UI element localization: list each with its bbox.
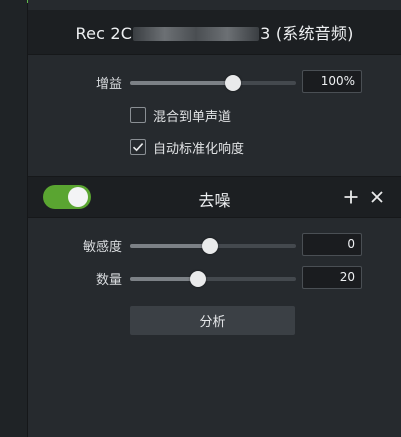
add-effect-button[interactable]	[341, 187, 361, 207]
plus-icon	[344, 190, 358, 204]
checkmark-icon	[132, 143, 144, 152]
clip-header: Rec 2C 3 (系统音频)	[28, 10, 401, 55]
auto-normalize-option[interactable]: 自动标准化响度	[130, 137, 380, 157]
auto-normalize-checkbox[interactable]	[130, 139, 146, 155]
denoise-section-header: 去噪	[28, 176, 401, 218]
gain-row: 增益 100%	[28, 70, 401, 94]
close-icon	[371, 191, 383, 203]
amount-slider[interactable]	[130, 271, 296, 287]
amount-label: 数量	[95, 273, 122, 288]
amount-row: 数量 20	[28, 266, 401, 290]
sensitivity-slider-thumb[interactable]	[201, 238, 218, 254]
sensitivity-row: 敏感度 0	[28, 233, 401, 257]
sensitivity-slider[interactable]	[130, 238, 296, 254]
remove-effect-button[interactable]	[367, 187, 387, 207]
gain-slider[interactable]	[130, 75, 296, 91]
clip-title-suffix: 3 (系统音频)	[260, 24, 354, 43]
amount-input[interactable]: 20	[302, 266, 362, 289]
clip-title: Rec 2C 3 (系统音频)	[75, 20, 353, 44]
gain-label: 增益	[95, 77, 122, 92]
audio-properties-panel: Rec 2C 3 (系统音频) 增益 100% 混合到单声道 自动标准化响度 去噪	[28, 0, 401, 437]
denoise-toggle[interactable]	[43, 185, 91, 209]
redacted-block	[133, 27, 260, 41]
gain-slider-fill	[130, 81, 233, 85]
analyze-button[interactable]: 分析	[130, 306, 295, 335]
auto-normalize-label: 自动标准化响度	[153, 141, 245, 157]
sensitivity-input[interactable]: 0	[302, 233, 362, 256]
denoise-toggle-knob	[68, 187, 88, 207]
amount-slider-fill	[130, 277, 199, 281]
mix-mono-checkbox[interactable]	[130, 107, 146, 123]
amount-slider-thumb[interactable]	[190, 271, 207, 287]
mix-mono-label: 混合到单声道	[153, 109, 232, 125]
gain-slider-thumb[interactable]	[224, 75, 241, 91]
sensitivity-slider-fill	[130, 244, 210, 248]
gain-input[interactable]: 100%	[302, 70, 362, 93]
mix-mono-option[interactable]: 混合到单声道	[130, 105, 380, 125]
clip-title-prefix: Rec 2C	[75, 24, 133, 43]
left-gutter	[0, 0, 28, 437]
sensitivity-label: 敏感度	[82, 240, 122, 255]
